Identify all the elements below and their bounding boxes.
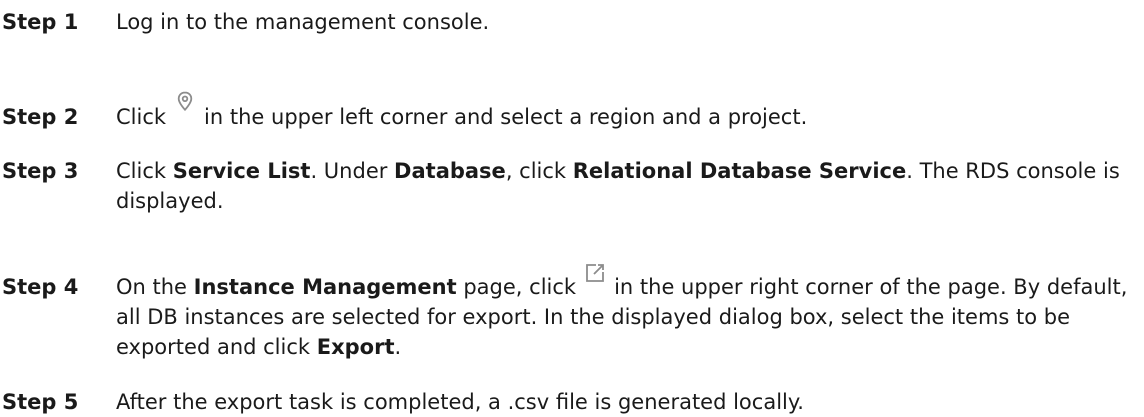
export-term: Export	[316, 335, 395, 359]
step-4-text: On the Instance Management page, click i…	[116, 264, 1144, 362]
step-1-body: Log in to the management console.	[116, 10, 490, 34]
step-3-t1: Click	[116, 159, 173, 183]
step-3-t2: . Under	[310, 159, 395, 183]
step-2-text: Click in the upper left corner and selec…	[116, 91, 1144, 132]
instance-management-term: Instance Management	[193, 275, 457, 299]
rds-term: Relational Database Service	[572, 159, 907, 183]
step-4-t2: page, click	[456, 275, 577, 299]
step-4-t4: .	[394, 335, 402, 359]
step-1-text: Log in to the management console.	[116, 7, 1144, 37]
step-3-text: Click Service List. Under Database, clic…	[116, 156, 1144, 216]
step-5-text: After the export task is completed, a .c…	[116, 387, 1144, 417]
step-4-t1: On the	[116, 275, 194, 299]
step-2-after: in the upper left corner and select a re…	[204, 105, 808, 129]
service-list-term: Service List	[172, 159, 311, 183]
step-2-label: Step 2	[2, 105, 79, 129]
step-1-label: Step 1	[2, 10, 79, 34]
step-3-t3: , click	[505, 159, 573, 183]
step-4-label: Step 4	[2, 275, 79, 299]
step-2-before: Click	[116, 105, 167, 129]
step-5-body: After the export task is completed, a .c…	[116, 390, 804, 414]
export-icon	[578, 264, 612, 302]
location-pin-icon	[168, 91, 202, 132]
step-5-label: Step 5	[2, 390, 79, 414]
step-3-label: Step 3	[2, 159, 79, 183]
database-term: Database	[394, 159, 506, 183]
